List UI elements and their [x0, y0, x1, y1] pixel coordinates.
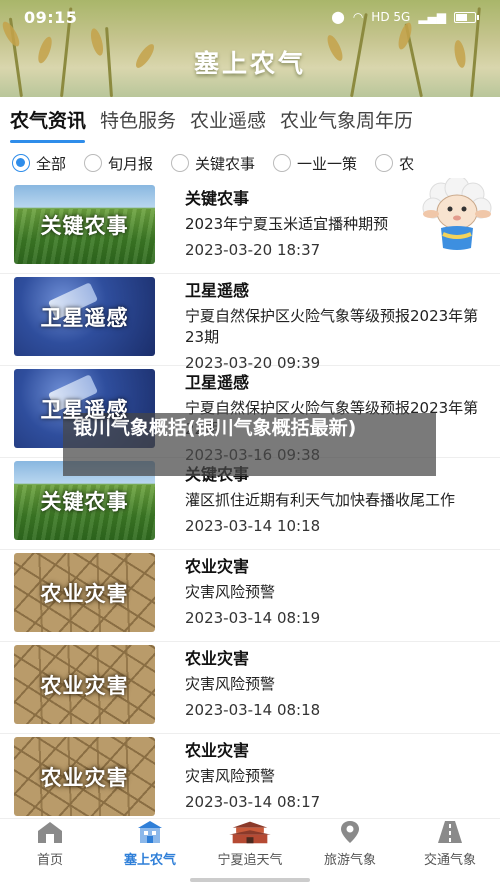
item-date: 2023-03-14 08:19: [185, 609, 321, 627]
thumbnail-image: 农业灾害: [14, 737, 155, 816]
list-item[interactable]: 农业灾害 农业灾害 灾害风险预警 2023-03-14 08:17: [0, 734, 500, 818]
app-screen: 09:15 ⬤ ◠ HD 5G ▂▄▆ 塞上农气 农气资讯 特色服务 农业遥感 …: [0, 0, 500, 888]
farm-building-icon: [138, 821, 162, 843]
news-list: 关键农事 关键农事 2023年宁夏玉米适宜播种期预 2023-03-20 18:37…: [0, 182, 500, 818]
tab-special-services[interactable]: 特色服务: [93, 97, 183, 147]
home-indicator[interactable]: [190, 878, 310, 882]
item-category: 卫星遥感: [185, 373, 250, 392]
nav-farm-weather[interactable]: 塞上农气: [100, 819, 200, 888]
list-item[interactable]: 农业灾害 农业灾害 灾害风险预警 2023-03-14 08:18: [0, 642, 500, 734]
radio-icon: [171, 154, 190, 172]
tab-news[interactable]: 农气资讯: [10, 97, 93, 147]
thumbnail-image: 农业灾害: [14, 645, 155, 724]
item-headline: 灌区抓住近期有利天气加快春播收尾工作: [185, 491, 456, 509]
filter-key-farming[interactable]: 关键农事: [171, 153, 255, 174]
item-date: 2023-03-14 08:18: [185, 701, 321, 719]
wifi-icon: ◠: [352, 10, 364, 24]
list-item[interactable]: 卫星遥感 卫星遥感 宁夏自然保护区火险气象等级预报2023年第23期 2023-03…: [0, 274, 500, 372]
page-title: 塞上农气: [193, 49, 306, 78]
radio-icon: [84, 154, 103, 172]
thumbnail-image: 卫星遥感: [14, 277, 155, 356]
filter-agri[interactable]: 农: [375, 153, 414, 174]
filter-radio-group: 全部 旬月报 关键农事 一业一策 农: [0, 147, 500, 179]
radio-icon: [273, 154, 292, 172]
location-pin-icon: [341, 821, 359, 843]
item-category: 卫星遥感: [185, 281, 250, 300]
nav-home[interactable]: 首页: [0, 819, 100, 888]
radio-icon: [375, 154, 394, 172]
item-category: 农业灾害: [185, 649, 250, 668]
tab-calendar[interactable]: 农业气象周年历: [273, 97, 420, 147]
thumbnail-image: 关键农事: [14, 185, 155, 264]
nav-travel-weather[interactable]: 旅游气象: [300, 819, 400, 888]
item-date: 2023-03-14 08:17: [185, 793, 321, 811]
location-icon: ⬤: [331, 10, 345, 24]
home-icon: [38, 822, 62, 843]
filter-monthly-report[interactable]: 旬月报: [84, 153, 153, 174]
status-bar: 09:15 ⬤ ◠ HD 5G ▂▄▆: [0, 0, 500, 34]
battery-icon: [454, 11, 479, 23]
pagoda-icon: [229, 821, 271, 844]
sheep-mascot-icon[interactable]: [413, 175, 497, 254]
network-label: HD 5G: [371, 10, 411, 24]
nav-traffic-weather[interactable]: 交通气象: [400, 819, 500, 888]
radio-icon: [12, 154, 30, 172]
filter-one-industry[interactable]: 一业一策: [273, 153, 357, 174]
status-time: 09:15: [24, 7, 78, 27]
item-date: 2023-03-14 10:18: [185, 517, 321, 535]
thumbnail-image: 农业灾害: [14, 553, 155, 632]
signal-icon: ▂▄▆: [418, 10, 446, 24]
category-tabs: 农气资讯 特色服务 农业遥感 农业气象周年历: [0, 97, 500, 147]
header-banner: 09:15 ⬤ ◠ HD 5G ▂▄▆ 塞上农气: [0, 0, 500, 97]
road-icon: [438, 821, 462, 843]
tab-remote-sensing[interactable]: 农业遥感: [183, 97, 273, 147]
item-headline: 灾害风险预警: [185, 675, 276, 693]
item-headline: 灾害风险预警: [185, 583, 276, 601]
item-category: 农业灾害: [185, 557, 250, 576]
item-headline: 宁夏自然保护区火险气象等级预报2023年第23期: [185, 307, 479, 346]
bottom-nav: 首页 塞上农气 宁夏追天气 旅游气象 交通气象: [0, 818, 500, 888]
list-item[interactable]: 农业灾害 农业灾害 灾害风险预警 2023-03-14 08:19: [0, 550, 500, 642]
item-category: 农业灾害: [185, 741, 250, 760]
item-headline: 灾害风险预警: [185, 767, 276, 785]
filter-all[interactable]: 全部: [12, 153, 66, 174]
